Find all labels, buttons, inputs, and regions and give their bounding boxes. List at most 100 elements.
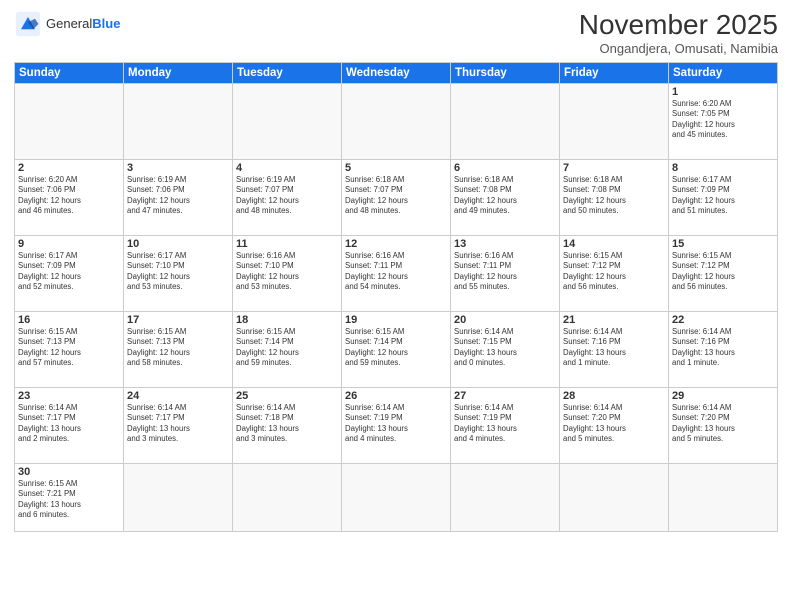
- day-number: 13: [454, 238, 556, 250]
- day-cell: 4Sunrise: 6:19 AMSunset: 7:07 PMDaylight…: [233, 159, 342, 235]
- day-number: 28: [563, 390, 665, 402]
- day-info: Sunrise: 6:14 AMSunset: 7:20 PMDaylight:…: [563, 403, 665, 445]
- day-cell: [560, 83, 669, 159]
- day-number: 19: [345, 314, 447, 326]
- day-header-sunday: Sunday: [15, 62, 124, 83]
- day-info: Sunrise: 6:18 AMSunset: 7:08 PMDaylight:…: [563, 175, 665, 217]
- week-row-2: 2Sunrise: 6:20 AMSunset: 7:06 PMDaylight…: [15, 159, 778, 235]
- day-info: Sunrise: 6:17 AMSunset: 7:10 PMDaylight:…: [127, 251, 229, 293]
- day-cell: 13Sunrise: 6:16 AMSunset: 7:11 PMDayligh…: [451, 235, 560, 311]
- day-info: Sunrise: 6:14 AMSunset: 7:17 PMDaylight:…: [18, 403, 120, 445]
- day-cell: 16Sunrise: 6:15 AMSunset: 7:13 PMDayligh…: [15, 311, 124, 387]
- week-row-5: 23Sunrise: 6:14 AMSunset: 7:17 PMDayligh…: [15, 387, 778, 463]
- day-cell: 26Sunrise: 6:14 AMSunset: 7:19 PMDayligh…: [342, 387, 451, 463]
- day-number: 10: [127, 238, 229, 250]
- week-row-4: 16Sunrise: 6:15 AMSunset: 7:13 PMDayligh…: [15, 311, 778, 387]
- day-info: Sunrise: 6:15 AMSunset: 7:14 PMDaylight:…: [236, 327, 338, 369]
- day-info: Sunrise: 6:18 AMSunset: 7:08 PMDaylight:…: [454, 175, 556, 217]
- day-cell: [451, 463, 560, 531]
- day-info: Sunrise: 6:15 AMSunset: 7:13 PMDaylight:…: [127, 327, 229, 369]
- logo: GeneralBlue: [14, 10, 120, 38]
- day-number: 5: [345, 162, 447, 174]
- day-number: 30: [18, 466, 120, 478]
- calendar: SundayMondayTuesdayWednesdayThursdayFrid…: [14, 62, 778, 532]
- day-cell: 8Sunrise: 6:17 AMSunset: 7:09 PMDaylight…: [669, 159, 778, 235]
- day-cell: [124, 83, 233, 159]
- month-title: November 2025: [579, 10, 778, 41]
- day-info: Sunrise: 6:14 AMSunset: 7:19 PMDaylight:…: [454, 403, 556, 445]
- day-info: Sunrise: 6:19 AMSunset: 7:06 PMDaylight:…: [127, 175, 229, 217]
- day-cell: 14Sunrise: 6:15 AMSunset: 7:12 PMDayligh…: [560, 235, 669, 311]
- day-number: 14: [563, 238, 665, 250]
- day-cell: 18Sunrise: 6:15 AMSunset: 7:14 PMDayligh…: [233, 311, 342, 387]
- day-number: 27: [454, 390, 556, 402]
- day-cell: 9Sunrise: 6:17 AMSunset: 7:09 PMDaylight…: [15, 235, 124, 311]
- day-cell: 2Sunrise: 6:20 AMSunset: 7:06 PMDaylight…: [15, 159, 124, 235]
- day-number: 25: [236, 390, 338, 402]
- day-info: Sunrise: 6:16 AMSunset: 7:10 PMDaylight:…: [236, 251, 338, 293]
- day-cell: [342, 463, 451, 531]
- day-header-friday: Friday: [560, 62, 669, 83]
- day-number: 6: [454, 162, 556, 174]
- day-number: 26: [345, 390, 447, 402]
- day-info: Sunrise: 6:17 AMSunset: 7:09 PMDaylight:…: [18, 251, 120, 293]
- week-row-3: 9Sunrise: 6:17 AMSunset: 7:09 PMDaylight…: [15, 235, 778, 311]
- day-number: 3: [127, 162, 229, 174]
- day-cell: 12Sunrise: 6:16 AMSunset: 7:11 PMDayligh…: [342, 235, 451, 311]
- day-number: 20: [454, 314, 556, 326]
- day-info: Sunrise: 6:16 AMSunset: 7:11 PMDaylight:…: [454, 251, 556, 293]
- title-area: November 2025 Ongandjera, Omusati, Namib…: [579, 10, 778, 56]
- day-info: Sunrise: 6:15 AMSunset: 7:12 PMDaylight:…: [672, 251, 774, 293]
- day-number: 11: [236, 238, 338, 250]
- day-header-tuesday: Tuesday: [233, 62, 342, 83]
- day-number: 17: [127, 314, 229, 326]
- logo-general: General: [46, 16, 92, 31]
- calendar-header-row: SundayMondayTuesdayWednesdayThursdayFrid…: [15, 62, 778, 83]
- day-number: 8: [672, 162, 774, 174]
- day-number: 15: [672, 238, 774, 250]
- page: GeneralBlue November 2025 Ongandjera, Om…: [0, 0, 792, 612]
- day-cell: [451, 83, 560, 159]
- day-number: 9: [18, 238, 120, 250]
- day-cell: 7Sunrise: 6:18 AMSunset: 7:08 PMDaylight…: [560, 159, 669, 235]
- day-cell: 1Sunrise: 6:20 AMSunset: 7:05 PMDaylight…: [669, 83, 778, 159]
- day-info: Sunrise: 6:15 AMSunset: 7:21 PMDaylight:…: [18, 479, 120, 521]
- day-cell: 11Sunrise: 6:16 AMSunset: 7:10 PMDayligh…: [233, 235, 342, 311]
- day-cell: 23Sunrise: 6:14 AMSunset: 7:17 PMDayligh…: [15, 387, 124, 463]
- day-cell: 29Sunrise: 6:14 AMSunset: 7:20 PMDayligh…: [669, 387, 778, 463]
- day-info: Sunrise: 6:14 AMSunset: 7:15 PMDaylight:…: [454, 327, 556, 369]
- day-info: Sunrise: 6:19 AMSunset: 7:07 PMDaylight:…: [236, 175, 338, 217]
- day-info: Sunrise: 6:14 AMSunset: 7:19 PMDaylight:…: [345, 403, 447, 445]
- day-header-monday: Monday: [124, 62, 233, 83]
- day-number: 2: [18, 162, 120, 174]
- day-info: Sunrise: 6:14 AMSunset: 7:18 PMDaylight:…: [236, 403, 338, 445]
- day-cell: 19Sunrise: 6:15 AMSunset: 7:14 PMDayligh…: [342, 311, 451, 387]
- day-number: 22: [672, 314, 774, 326]
- day-number: 29: [672, 390, 774, 402]
- day-cell: [669, 463, 778, 531]
- day-cell: 24Sunrise: 6:14 AMSunset: 7:17 PMDayligh…: [124, 387, 233, 463]
- day-number: 16: [18, 314, 120, 326]
- day-cell: 20Sunrise: 6:14 AMSunset: 7:15 PMDayligh…: [451, 311, 560, 387]
- day-cell: 27Sunrise: 6:14 AMSunset: 7:19 PMDayligh…: [451, 387, 560, 463]
- day-cell: 15Sunrise: 6:15 AMSunset: 7:12 PMDayligh…: [669, 235, 778, 311]
- day-cell: 21Sunrise: 6:14 AMSunset: 7:16 PMDayligh…: [560, 311, 669, 387]
- day-number: 24: [127, 390, 229, 402]
- day-number: 7: [563, 162, 665, 174]
- day-number: 23: [18, 390, 120, 402]
- day-number: 1: [672, 86, 774, 98]
- day-cell: 5Sunrise: 6:18 AMSunset: 7:07 PMDaylight…: [342, 159, 451, 235]
- logo-text: GeneralBlue: [46, 16, 120, 32]
- day-header-wednesday: Wednesday: [342, 62, 451, 83]
- day-cell: 17Sunrise: 6:15 AMSunset: 7:13 PMDayligh…: [124, 311, 233, 387]
- day-info: Sunrise: 6:15 AMSunset: 7:12 PMDaylight:…: [563, 251, 665, 293]
- day-cell: [233, 83, 342, 159]
- day-cell: [233, 463, 342, 531]
- day-info: Sunrise: 6:16 AMSunset: 7:11 PMDaylight:…: [345, 251, 447, 293]
- day-number: 21: [563, 314, 665, 326]
- day-cell: [124, 463, 233, 531]
- day-info: Sunrise: 6:15 AMSunset: 7:13 PMDaylight:…: [18, 327, 120, 369]
- day-info: Sunrise: 6:14 AMSunset: 7:16 PMDaylight:…: [563, 327, 665, 369]
- day-cell: 28Sunrise: 6:14 AMSunset: 7:20 PMDayligh…: [560, 387, 669, 463]
- header: GeneralBlue November 2025 Ongandjera, Om…: [14, 10, 778, 56]
